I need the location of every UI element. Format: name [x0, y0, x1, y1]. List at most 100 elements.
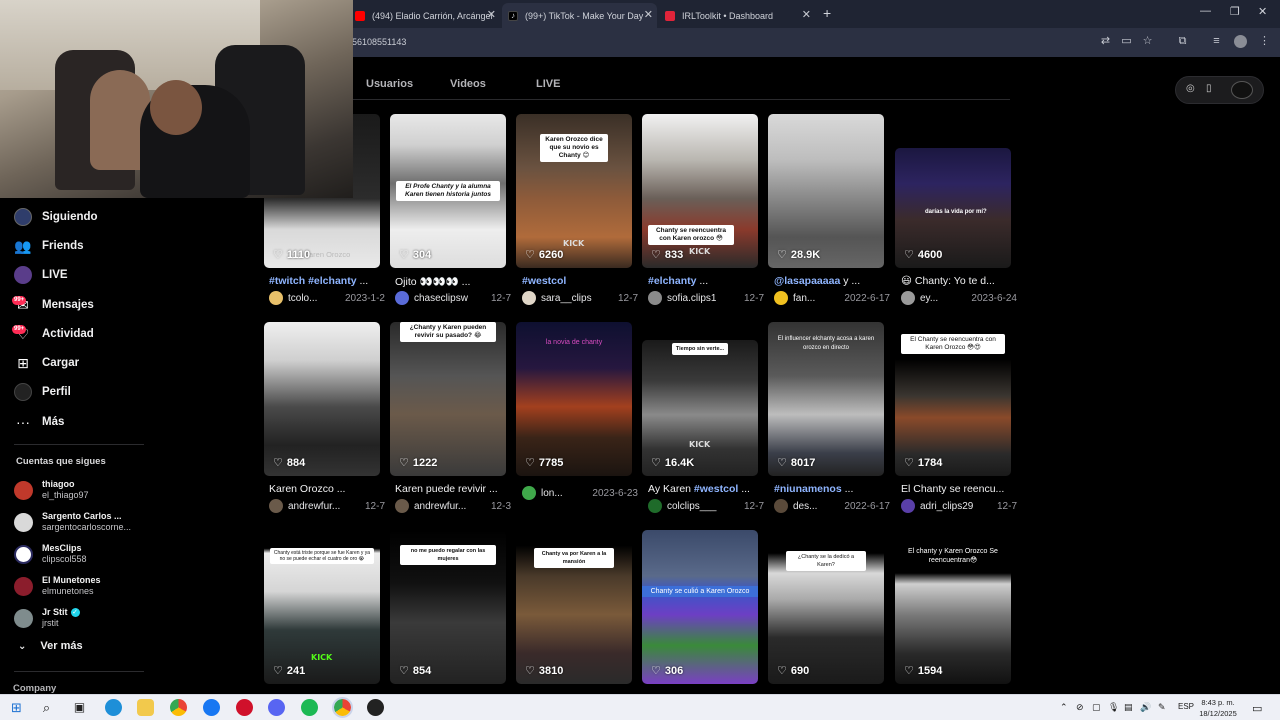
- video-card[interactable]: Chanty se reencuentra con Karen orozco 😳…: [642, 114, 758, 268]
- video-card[interactable]: ¿Chanty y Karen pueden revivir su pasado…: [390, 322, 506, 476]
- following-account-mesclips[interactable]: MesClips clipscol558: [14, 540, 87, 568]
- hashtag-link[interactable]: #niunamenos: [774, 483, 842, 495]
- avatar[interactable]: [774, 499, 788, 513]
- video-card[interactable]: Karen Orozco dice que su novio es Chanty…: [516, 114, 632, 268]
- video-author[interactable]: des...: [793, 501, 840, 512]
- video-card[interactable]: la novia de chanty ♡ 7785: [516, 322, 632, 476]
- video-card[interactable]: Tiempo sin verte... KICK ♡ 16.4K: [642, 340, 758, 476]
- video-title[interactable]: El Chanty se reencu...: [901, 483, 1017, 495]
- video-author[interactable]: fan...: [793, 293, 840, 304]
- tray-icon[interactable]: ▢: [1092, 702, 1101, 713]
- avatar[interactable]: [648, 499, 662, 513]
- url-input[interactable]: 56108551143: [352, 37, 406, 47]
- device-icon[interactable]: ▯: [1206, 83, 1212, 94]
- company-link[interactable]: Company: [13, 683, 56, 694]
- video-title[interactable]: 😃 Chanty: Yo te d...: [901, 275, 1017, 287]
- file-explorer-icon[interactable]: [137, 699, 154, 716]
- hashtag-link[interactable]: #westcol: [522, 275, 566, 287]
- video-card[interactable]: El chanty y Karen Orozco Se reencuentran…: [895, 530, 1011, 684]
- sidebar-item-mensajes[interactable]: ✉99+ Mensajes: [12, 293, 94, 317]
- system-clock[interactable]: 8:43 p. m. 18/12/2025: [1196, 697, 1240, 719]
- following-account-sargento[interactable]: Sargento Carlos ... sargentocarloscorne..…: [14, 508, 131, 536]
- see-more-button[interactable]: ⌄ Ver más: [18, 640, 83, 652]
- chrome-icon[interactable]: [170, 699, 187, 716]
- compass-icon[interactable]: ◎: [1186, 83, 1195, 94]
- restore-button[interactable]: ❐: [1230, 5, 1240, 18]
- video-author[interactable]: andrewfur...: [414, 501, 487, 512]
- facebook-icon[interactable]: [203, 699, 220, 716]
- new-tab-button[interactable]: +: [823, 5, 831, 21]
- video-title[interactable]: #elchanty ...: [648, 275, 764, 287]
- video-card[interactable]: Chanty está triste porque se fue Karen y…: [264, 530, 380, 684]
- chrome-active-icon[interactable]: [332, 697, 353, 718]
- sidebar-item-siguiendo[interactable]: Siguiendo: [14, 205, 98, 229]
- video-title[interactable]: Karen Orozco ...: [269, 483, 385, 495]
- volume-icon[interactable]: 🔊: [1140, 702, 1151, 713]
- tray-chevron-icon[interactable]: ⌃: [1060, 702, 1068, 713]
- video-title[interactable]: Ay Karen #westcol ...: [648, 483, 764, 495]
- avatar[interactable]: [522, 291, 536, 305]
- tab-live[interactable]: LIVE: [536, 78, 560, 90]
- minimize-button[interactable]: —: [1200, 5, 1211, 17]
- notifications-icon[interactable]: ▭: [1252, 702, 1262, 715]
- avatar[interactable]: [269, 291, 283, 305]
- menu-kebab-icon[interactable]: ⋮: [1258, 35, 1271, 48]
- avatar[interactable]: [395, 291, 409, 305]
- obs-icon[interactable]: [367, 699, 384, 716]
- hashtag-link[interactable]: #westcol: [694, 483, 738, 495]
- video-author[interactable]: tcolo...: [288, 293, 341, 304]
- video-author[interactable]: ey...: [920, 293, 967, 304]
- close-icon[interactable]: ✕: [802, 8, 811, 21]
- video-author[interactable]: chaseclipsw: [414, 293, 487, 304]
- video-author[interactable]: adri_clips29: [920, 501, 993, 512]
- tab-irltoolkit[interactable]: IRLToolkit • Dashboard ✕: [665, 3, 815, 28]
- video-card[interactable]: El Chanty se reencuentra con Karen Orozc…: [895, 330, 1011, 476]
- video-author[interactable]: sara__clips: [541, 293, 614, 304]
- sidebar-item-cargar[interactable]: ⊞ Cargar: [14, 351, 79, 375]
- hashtag-link[interactable]: #twitch #elchanty: [269, 275, 357, 287]
- video-card[interactable]: El influencer elchanty acosa a karen oro…: [768, 322, 884, 476]
- avatar[interactable]: [269, 499, 283, 513]
- bookmark-star-icon[interactable]: ☆: [1141, 35, 1154, 48]
- avatar[interactable]: [522, 486, 536, 500]
- sidebar-item-mas[interactable]: ··· Más: [14, 410, 64, 434]
- video-card[interactable]: no me puedo regalar con las mujeres ♡ 854: [390, 530, 506, 684]
- avatar[interactable]: [901, 499, 915, 513]
- video-card[interactable]: darías la vida por mí? ♡ 4600: [895, 148, 1011, 268]
- sidebar-item-live[interactable]: LIVE: [14, 263, 68, 287]
- video-card[interactable]: Chanty va por Karen a la mansión ♡ 3810: [516, 530, 632, 684]
- tab-usuarios[interactable]: Usuarios: [366, 78, 413, 90]
- avatar[interactable]: [1231, 81, 1253, 99]
- video-card[interactable]: ♡ 884: [264, 322, 380, 476]
- close-icon[interactable]: ✕: [487, 8, 496, 21]
- profile-avatar-icon[interactable]: [1234, 35, 1247, 48]
- spotify-icon[interactable]: [301, 699, 318, 716]
- video-author[interactable]: lon...: [541, 488, 588, 499]
- close-icon[interactable]: ✕: [644, 8, 653, 21]
- sidebar-item-friends[interactable]: 👥 Friends: [14, 234, 83, 258]
- video-author[interactable]: sofia.clips1: [667, 293, 740, 304]
- video-title[interactable]: @lasapaaaaa y ...: [774, 275, 890, 287]
- following-account-jrstit[interactable]: Jr Stit ✓ jrstit: [14, 604, 80, 632]
- app-icon[interactable]: [236, 699, 253, 716]
- video-title[interactable]: Karen puede revivir ...: [395, 483, 511, 495]
- edge-icon[interactable]: [105, 699, 122, 716]
- pen-icon[interactable]: ✎: [1158, 702, 1166, 713]
- following-account-munetones[interactable]: El Munetones elmunetones: [14, 572, 101, 600]
- tab-youtube[interactable]: (494) Eladio Carrión, Arcángel ✕: [355, 3, 500, 28]
- avatar[interactable]: [648, 291, 662, 305]
- avatar[interactable]: [774, 291, 788, 305]
- video-title[interactable]: Ojito 👀👀👀 ...: [395, 275, 511, 288]
- language-indicator[interactable]: ESP: [1178, 702, 1194, 711]
- windows-start-icon[interactable]: ⊞: [8, 699, 25, 716]
- extensions-icon[interactable]: ⧉: [1176, 35, 1189, 48]
- translate-icon[interactable]: ⇄: [1099, 35, 1112, 48]
- sidebar-item-perfil[interactable]: Perfil: [14, 380, 71, 404]
- video-author[interactable]: colclips___: [667, 501, 740, 512]
- video-card[interactable]: Chanty se culió a Karen Orozco ♡ 306: [642, 530, 758, 684]
- close-window-button[interactable]: ✕: [1258, 5, 1267, 18]
- reading-list-icon[interactable]: ≡: [1210, 35, 1223, 48]
- mention-link[interactable]: @lasapaaaaa: [774, 275, 840, 287]
- discord-icon[interactable]: [268, 699, 285, 716]
- video-card[interactable]: ¿Chanty se la dedicó a Karen? ♡ 690: [768, 530, 884, 684]
